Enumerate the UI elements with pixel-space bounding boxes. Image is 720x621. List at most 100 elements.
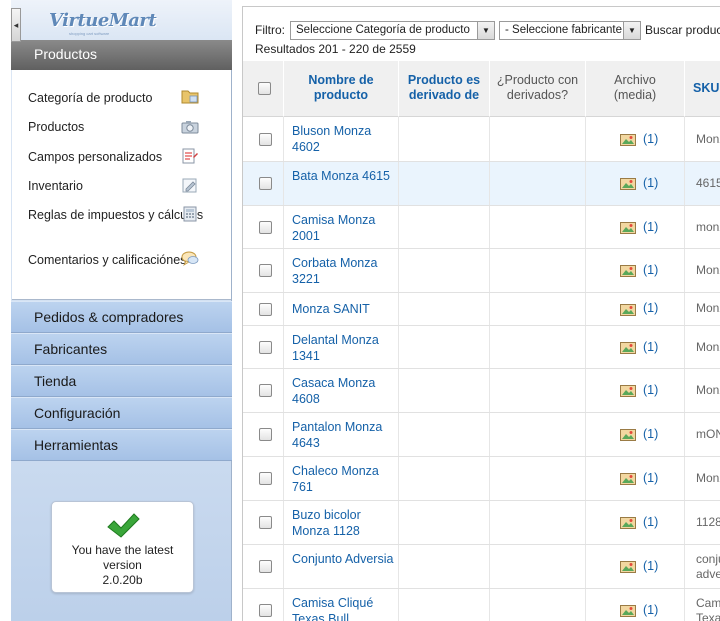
product-name-link[interactable]: Camisa Cliqué Texas Bull <box>292 595 396 621</box>
sku-value: Monza <box>696 263 720 277</box>
product-name-link[interactable]: Delantal Monza 1341 <box>292 332 396 364</box>
row-checkbox[interactable] <box>259 133 272 146</box>
table-row: Casaca Monza 4608 (1) Monza <box>243 369 720 413</box>
header-sku-label[interactable]: SKU de producto <box>693 81 720 96</box>
product-name-link[interactable]: Conjunto Adversia <box>292 551 396 567</box>
nav-shop[interactable]: Tienda <box>11 365 232 397</box>
sidebar-collapse-button[interactable]: ◂ <box>11 8 21 42</box>
image-icon[interactable] <box>620 342 636 354</box>
sku-value: Monza <box>696 132 720 146</box>
row-checkbox[interactable] <box>259 341 272 354</box>
category-select[interactable]: Seleccione Categoría de producto ▼ <box>290 21 495 40</box>
sku-value: 4615 <box>696 176 720 190</box>
media-count-link[interactable]: (1) <box>643 301 658 315</box>
table-row: Buzo bicolor Monza 1128 (1) 1128 <box>243 501 720 545</box>
nav-configuration[interactable]: Configuración <box>11 397 232 429</box>
media-count-link[interactable]: (1) <box>643 515 658 529</box>
header-has-derived: ¿Producto con derivados? <box>490 61 586 117</box>
sku-value: Monza <box>696 471 720 485</box>
nav-orders-buyers[interactable]: Pedidos & compradores <box>11 301 232 333</box>
products-section-header[interactable]: Productos <box>11 40 232 70</box>
main-content: Filtro: Seleccione Categoría de producto… <box>242 6 720 621</box>
image-icon[interactable] <box>620 517 636 529</box>
header-select-all <box>243 61 284 117</box>
sku-value: Monza <box>696 301 720 315</box>
media-count-link[interactable]: (1) <box>643 176 658 190</box>
image-icon[interactable] <box>620 473 636 485</box>
row-checkbox[interactable] <box>259 221 272 234</box>
product-name-link[interactable]: Casaca Monza 4608 <box>292 375 396 407</box>
row-checkbox[interactable] <box>259 384 272 397</box>
image-icon[interactable] <box>620 178 636 190</box>
image-icon[interactable] <box>620 605 636 617</box>
checkmark-icon <box>107 513 140 538</box>
row-checkbox[interactable] <box>259 604 272 617</box>
nav-manufacturers[interactable]: Fabricantes <box>11 333 232 365</box>
row-checkbox[interactable] <box>259 177 272 190</box>
row-checkbox[interactable] <box>259 428 272 441</box>
table-row: Corbata Monza 3221 (1) Monza <box>243 249 720 293</box>
media-count-link[interactable]: (1) <box>643 263 658 277</box>
product-name-link[interactable]: Bluson Monza 4602 <box>292 123 396 155</box>
table-row: Pantalon Monza 4643 (1) mONZ <box>243 413 720 457</box>
header-name-label[interactable]: Nombre de producto <box>284 73 398 103</box>
search-label: Buscar producto <box>645 23 720 37</box>
media-count-link[interactable]: (1) <box>643 132 658 146</box>
product-name-link[interactable]: Monza SANIT <box>292 301 396 317</box>
product-name-link[interactable]: Pantalon Monza 4643 <box>292 419 396 451</box>
media-count-link[interactable]: (1) <box>643 340 658 354</box>
media-count-link[interactable]: (1) <box>643 383 658 397</box>
image-icon[interactable] <box>620 134 636 146</box>
products-submenu: Categoría de producto Productos Campos p… <box>12 70 231 300</box>
header-has-derived-label: ¿Producto con derivados? <box>496 73 579 102</box>
media-count-link[interactable]: (1) <box>643 471 658 485</box>
filter-label: Filtro: <box>255 23 285 37</box>
media-count-link[interactable]: (1) <box>643 220 658 234</box>
sku-value: monza <box>696 220 720 234</box>
table-row: Bluson Monza 4602 (1) Monza <box>243 117 720 162</box>
image-icon[interactable] <box>620 304 636 316</box>
product-name-link[interactable]: Bata Monza 4615 <box>292 168 396 184</box>
row-checkbox[interactable] <box>259 560 272 573</box>
row-checkbox[interactable] <box>259 264 272 277</box>
header-name[interactable]: Nombre de producto <box>284 61 399 117</box>
speech-bubble-icon <box>181 251 199 267</box>
product-name-link[interactable]: Camisa Monza 2001 <box>292 212 396 244</box>
media-count-link[interactable]: (1) <box>643 427 658 441</box>
product-name-link[interactable]: Buzo bicolor Monza 1128 <box>292 507 396 539</box>
product-name-link[interactable]: Chaleco Monza 761 <box>292 463 396 495</box>
chevron-down-icon[interactable]: ▼ <box>477 22 494 39</box>
image-icon[interactable] <box>620 429 636 441</box>
header-sku[interactable]: SKU de producto <box>685 61 720 117</box>
table-row: Monza SANIT (1) Monza <box>243 293 720 326</box>
sku-value: Cami Texa <box>696 596 720 621</box>
manufacturer-select-value: - Seleccione fabricante - <box>505 24 630 36</box>
header-derived-from[interactable]: Producto es derivado de <box>399 61 490 117</box>
logo-tagline: shopping cart software <box>69 31 110 36</box>
product-name-link[interactable]: Corbata Monza 3221 <box>292 255 396 287</box>
select-all-checkbox[interactable] <box>258 82 271 95</box>
row-checkbox[interactable] <box>259 303 272 316</box>
image-icon[interactable] <box>620 561 636 573</box>
sku-value: Monza <box>696 340 720 354</box>
chevron-down-icon[interactable]: ▼ <box>623 22 640 39</box>
nav-tools[interactable]: Herramientas <box>11 429 232 461</box>
media-count-link[interactable]: (1) <box>643 603 658 617</box>
row-checkbox[interactable] <box>259 516 272 529</box>
version-number: 2.0.20b <box>102 573 143 587</box>
image-icon[interactable] <box>620 265 636 277</box>
sku-value: conju adve <box>696 552 720 581</box>
table-row: Bata Monza 4615 (1) 4615 <box>243 162 720 206</box>
sku-value: Monza <box>696 383 720 397</box>
header-derived-from-label[interactable]: Producto es derivado de <box>399 73 489 103</box>
sku-value: mONZ <box>696 427 720 441</box>
category-select-value: Seleccione Categoría de producto <box>296 24 470 36</box>
image-icon[interactable] <box>620 222 636 234</box>
results-count: Resultados 201 - 220 de 2559 <box>255 42 416 56</box>
image-icon[interactable] <box>620 385 636 397</box>
row-checkbox[interactable] <box>259 472 272 485</box>
media-count-link[interactable]: (1) <box>643 559 658 573</box>
manufacturer-select[interactable]: - Seleccione fabricante - ▼ <box>499 21 641 40</box>
sidebar: VirtueMart shopping cart software Produc… <box>11 0 232 621</box>
table-row: Delantal Monza 1341 (1) Monza <box>243 326 720 369</box>
